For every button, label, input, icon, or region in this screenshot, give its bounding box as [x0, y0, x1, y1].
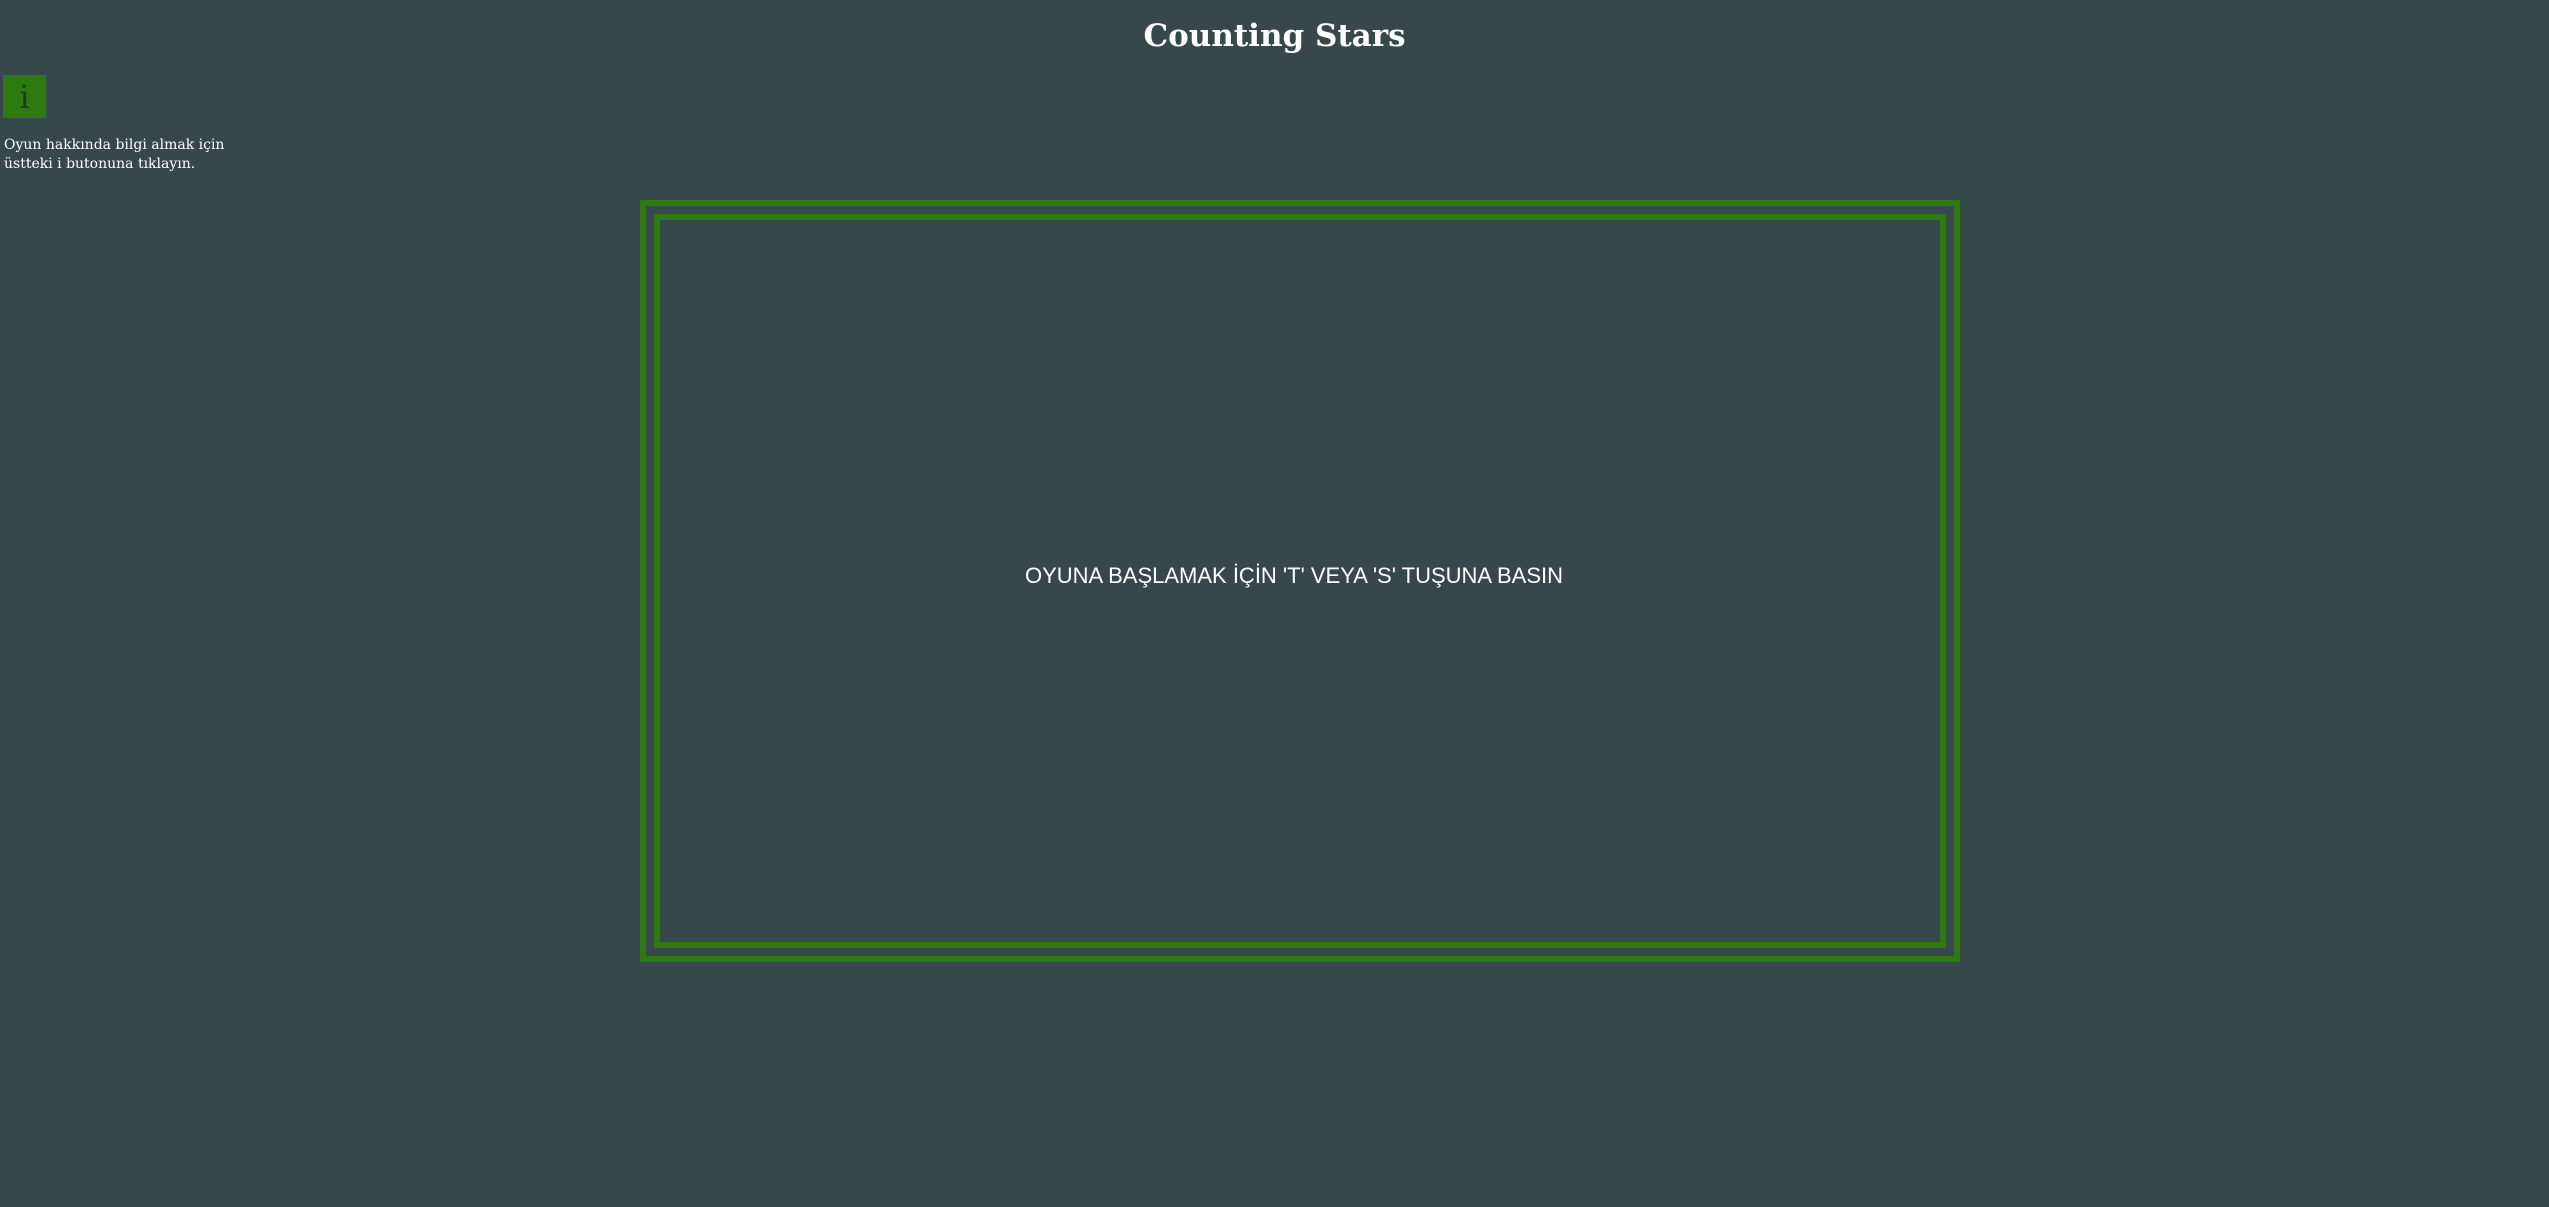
info-button[interactable]: i: [3, 75, 46, 118]
info-help-line: Oyun hakkında bilgi almak için: [4, 137, 225, 153]
game-canvas-frame[interactable]: OYUNA BAŞLAMAK İÇİN 'T' VEYA 'S' TUŞUNA …: [640, 200, 1960, 962]
page-title: Counting Stars: [1143, 18, 1406, 54]
game-canvas[interactable]: OYUNA BAŞLAMAK İÇİN 'T' VEYA 'S' TUŞUNA …: [654, 214, 1946, 948]
info-help-text: Oyun hakkında bilgi almak için üstteki i…: [4, 136, 234, 174]
info-icon: i: [19, 77, 30, 116]
start-message: OYUNA BAŞLAMAK İÇİN 'T' VEYA 'S' TUŞUNA …: [1024, 563, 1564, 588]
info-help-line: üstteki i butonuna tıklayın.: [4, 156, 196, 172]
